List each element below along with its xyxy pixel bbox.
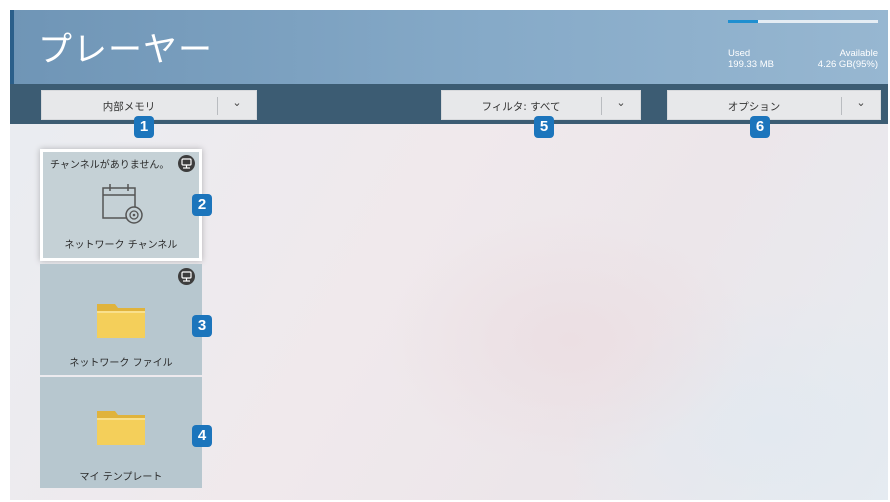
- network-channel-tile[interactable]: チャンネルがありません。 ネットワーク チャンネル: [40, 149, 202, 261]
- no-channel-message: チャンネルがありません。: [50, 160, 170, 171]
- callout-badge-2: 2: [192, 194, 212, 216]
- folder-icon: [97, 304, 145, 338]
- available-label: Available: [839, 48, 878, 59]
- storage-usage-bar: [728, 20, 878, 23]
- my-template-label: マイ テンプレート: [79, 472, 163, 483]
- chevron-down-icon[interactable]: ⌄: [218, 96, 256, 109]
- page-title: プレーヤー: [38, 30, 213, 70]
- network-channel-label: ネットワーク チャンネル: [64, 240, 178, 251]
- storage-dropdown-label: 内部メモリ: [102, 101, 156, 113]
- player-screen: プレーヤー Used 199.33 MB Available 4.26 GB(9…: [10, 10, 888, 500]
- calendar-network-icon: [102, 184, 143, 224]
- callout-badge-5: 5: [534, 116, 554, 138]
- callout-badge-1: 1: [134, 116, 154, 138]
- chevron-down-icon[interactable]: ⌄: [842, 96, 880, 109]
- my-template-tile[interactable]: マイ テンプレート: [40, 377, 202, 488]
- used-value: 199.33 MB: [728, 59, 774, 70]
- header-bar: プレーヤー Used 199.33 MB Available 4.26 GB(9…: [10, 10, 888, 84]
- options-dropdown[interactable]: オプション ⌄: [667, 90, 881, 120]
- storage-usage-fill: [728, 20, 758, 23]
- used-label: Used: [728, 48, 751, 59]
- callout-badge-3: 3: [192, 315, 212, 337]
- callout-badge-6: 6: [750, 116, 770, 138]
- filter-dropdown-label: フィルタ: すべて: [481, 101, 561, 113]
- options-dropdown-label: オプション: [727, 101, 781, 113]
- network-icon: [178, 268, 195, 285]
- available-value: 4.26 GB(95%): [817, 59, 878, 70]
- network-icon: [178, 155, 195, 172]
- network-file-label: ネットワーク ファイル: [69, 358, 173, 369]
- folder-icon: [97, 411, 145, 445]
- network-file-tile[interactable]: ネットワーク ファイル: [40, 264, 202, 375]
- callout-badge-4: 4: [192, 425, 212, 447]
- storage-indicator: Used 199.33 MB Available 4.26 GB(95%): [728, 20, 878, 76]
- chevron-down-icon[interactable]: ⌄: [602, 96, 640, 109]
